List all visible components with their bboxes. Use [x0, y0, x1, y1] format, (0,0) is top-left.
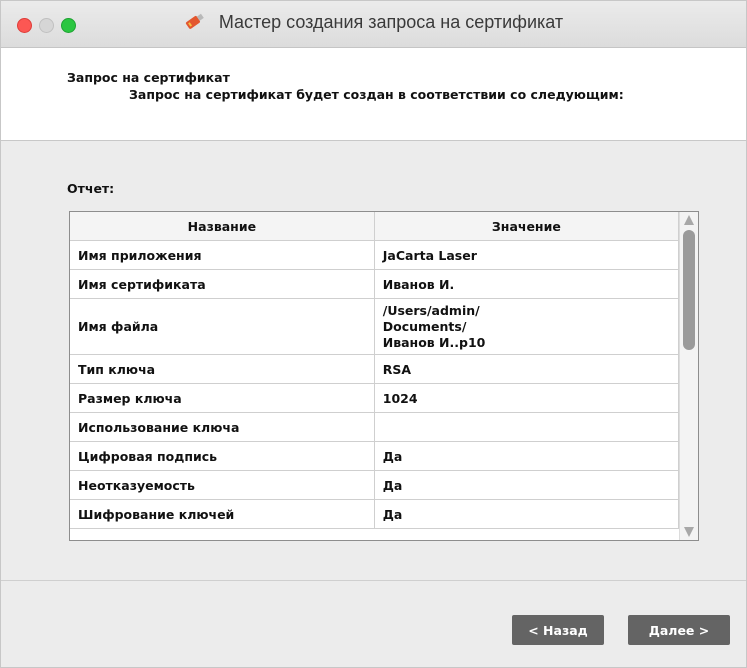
table-row[interactable]: Имя файла /Users/admin/ Documents/ Ивано…: [70, 298, 680, 355]
row-value: /Users/admin/ Documents/ Иванов И..p10: [374, 298, 680, 355]
table-header-row: Название Значение: [70, 212, 680, 241]
row-value: JaCarta Laser: [374, 240, 680, 270]
row-value: Да: [374, 441, 680, 471]
table-row[interactable]: Имя сертификата Иванов И.: [70, 269, 680, 299]
footer-divider: [1, 580, 746, 581]
title-bar: Мастер создания запроса на сертификат: [1, 1, 746, 48]
row-value: Да: [374, 499, 680, 529]
row-name: Неотказуемость: [70, 470, 375, 500]
row-value: RSA: [374, 354, 680, 384]
page-subtitle: Запрос на сертификат будет создан в соот…: [129, 87, 624, 102]
row-name: Шифрование ключей: [70, 499, 375, 529]
row-name: Имя файла: [70, 298, 375, 355]
table-row[interactable]: Неотказуемость Да: [70, 470, 680, 500]
column-header-name[interactable]: Название: [70, 212, 375, 241]
window-title: Мастер создания запроса на сертификат: [218, 12, 564, 32]
vertical-scrollbar[interactable]: [679, 212, 698, 540]
report-label: Отчет:: [67, 181, 115, 196]
row-name: Имя приложения: [70, 240, 375, 270]
usb-token-icon: [185, 13, 204, 29]
report-table[interactable]: Название Значение Имя приложения JaCarta…: [69, 211, 699, 541]
scroll-up-icon[interactable]: [684, 215, 694, 225]
window-title-container: Мастер создания запроса на сертификат: [1, 11, 746, 33]
row-name: Имя сертификата: [70, 269, 375, 299]
row-name: Размер ключа: [70, 383, 375, 413]
row-value: 1024: [374, 383, 680, 413]
value-line: Иванов И..p10: [382, 334, 486, 350]
row-value: [374, 412, 680, 442]
back-button[interactable]: < Назад: [512, 615, 604, 645]
table-row[interactable]: Использование ключа: [70, 412, 680, 442]
table-row[interactable]: Цифровая подпись Да: [70, 441, 680, 471]
table-row[interactable]: Размер ключа 1024: [70, 383, 680, 413]
value-line: Documents/: [382, 318, 467, 334]
next-button[interactable]: Далее >: [628, 615, 730, 645]
row-value: Иванов И.: [374, 269, 680, 299]
table-row[interactable]: Имя приложения JaCarta Laser: [70, 240, 680, 270]
row-name: Использование ключа: [70, 412, 375, 442]
row-name: Тип ключа: [70, 354, 375, 384]
wizard-header: Запрос на сертификат Запрос на сертифика…: [1, 48, 746, 141]
row-value: Да: [374, 470, 680, 500]
row-name: Цифровая подпись: [70, 441, 375, 471]
table-row[interactable]: Шифрование ключей Да: [70, 499, 680, 529]
column-header-value[interactable]: Значение: [374, 212, 680, 241]
value-line: /Users/admin/: [382, 302, 480, 318]
scroll-down-icon[interactable]: [684, 527, 694, 537]
page-title: Запрос на сертификат: [67, 70, 230, 85]
wizard-window: Мастер создания запроса на сертификат За…: [0, 0, 747, 668]
table-row[interactable]: Тип ключа RSA: [70, 354, 680, 384]
scrollbar-thumb[interactable]: [683, 230, 695, 350]
